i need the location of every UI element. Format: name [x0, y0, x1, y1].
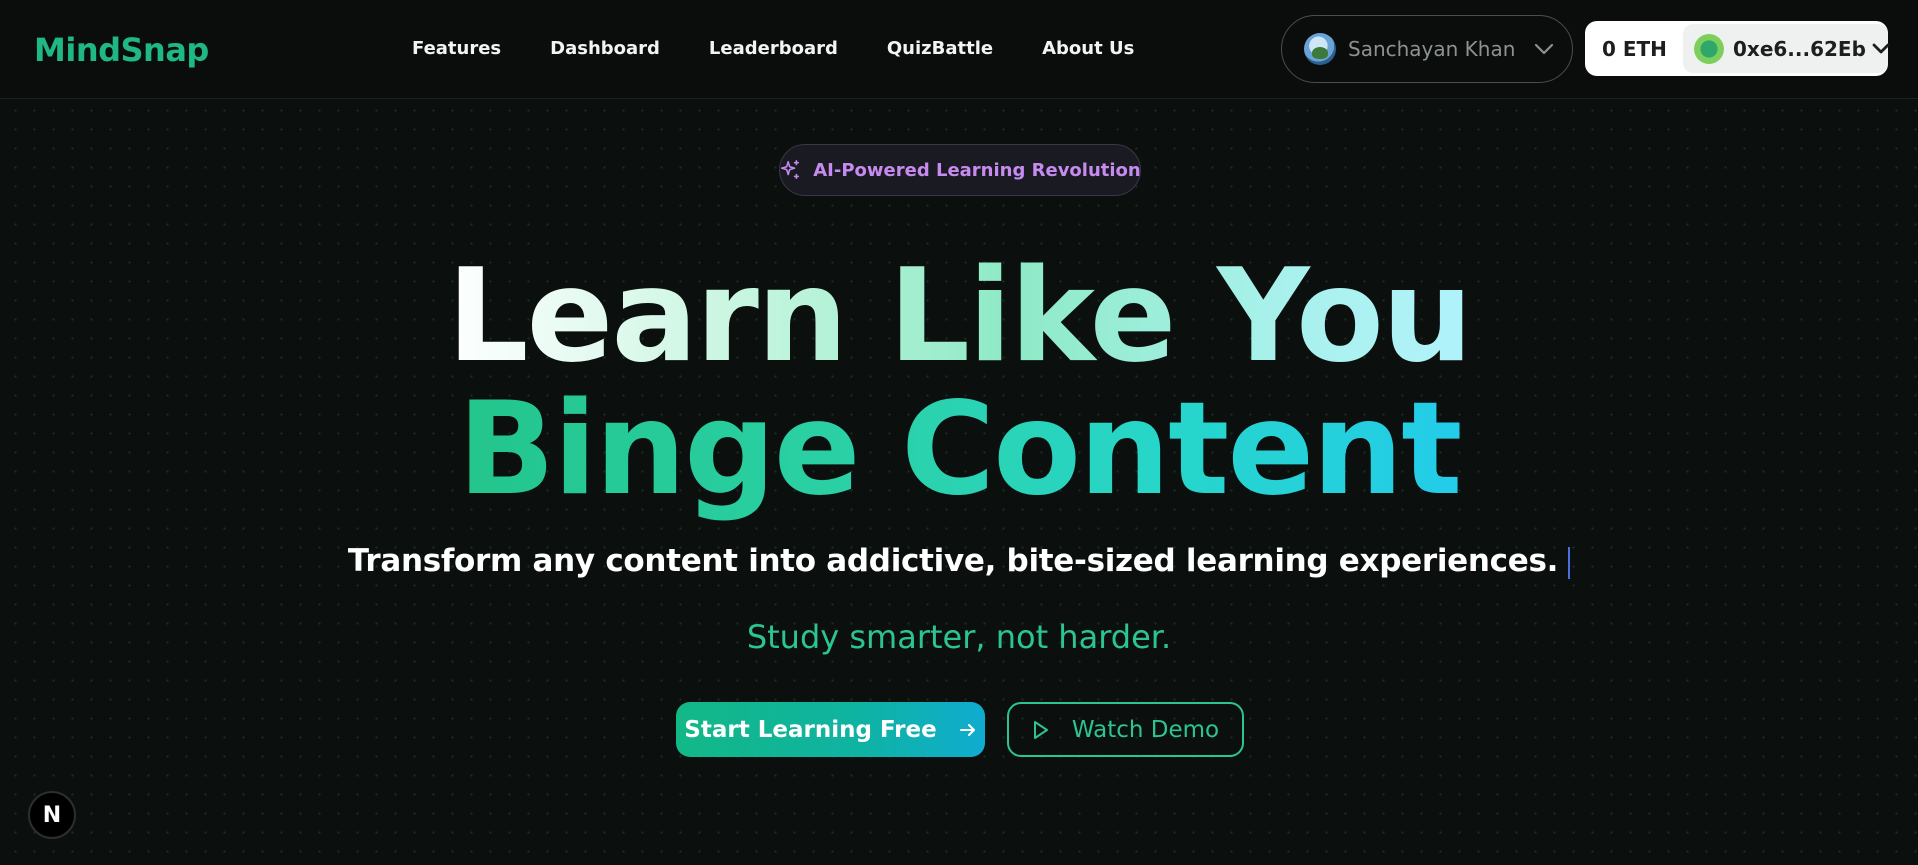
user-name: Sanchayan Khan — [1348, 37, 1516, 61]
hero-headline-line1: Learn Like You — [0, 252, 1918, 382]
nav-link-features[interactable]: Features — [412, 36, 501, 62]
hero-subheadline-text: Transform any content into addictive, bi… — [347, 543, 1559, 579]
typing-cursor — [1568, 546, 1571, 579]
wallet-address-button[interactable]: 0xe6...62Eb — [1683, 24, 1890, 73]
hero-headline-line2: Binge Content — [0, 385, 1918, 515]
hero-subheadline: Transform any content into addictive, bi… — [0, 543, 1918, 579]
hero-badge-text: AI-Powered Learning Revolution — [813, 159, 1141, 181]
hero-headline-line2-text: Binge Content — [457, 375, 1463, 524]
wallet-avatar — [1694, 33, 1724, 64]
site-header: MindSnap Features Dashboard Leaderboard … — [0, 0, 1918, 99]
hero-headline-line1-text: Learn Like You — [446, 242, 1473, 391]
nav-link-leaderboard[interactable]: Leaderboard — [709, 36, 838, 62]
arrow-right-icon — [959, 722, 977, 738]
main-nav: Features Dashboard Leaderboard QuizBattl… — [412, 36, 1183, 62]
nav-link-dashboard[interactable]: Dashboard — [550, 36, 660, 62]
user-avatar — [1304, 33, 1336, 65]
user-menu-button[interactable]: Sanchayan Khan — [1281, 15, 1573, 83]
dev-tools-badge[interactable]: N — [28, 791, 76, 839]
start-learning-button[interactable]: Start Learning Free — [676, 702, 985, 757]
logo[interactable]: MindSnap — [34, 30, 209, 70]
hero-badge: AI-Powered Learning Revolution — [779, 144, 1141, 196]
nav-link-quizbattle[interactable]: QuizBattle — [887, 36, 993, 62]
play-icon — [1032, 719, 1050, 741]
watch-demo-label: Watch Demo — [1071, 716, 1220, 743]
hero-tagline: Study smarter, not harder. — [746, 618, 1172, 656]
wallet-widget: 0 ETH 0xe6...62Eb — [1585, 21, 1890, 76]
nav-link-about-us[interactable]: About Us — [1042, 36, 1134, 62]
wallet-balance[interactable]: 0 ETH — [1585, 37, 1683, 61]
sparkles-icon — [779, 159, 801, 181]
watch-demo-button[interactable]: Watch Demo — [1007, 702, 1244, 757]
chevron-down-icon — [1872, 43, 1890, 55]
start-learning-label: Start Learning Free — [684, 716, 937, 743]
wallet-address: 0xe6...62Eb — [1733, 36, 1866, 61]
chevron-down-icon — [1533, 38, 1555, 60]
